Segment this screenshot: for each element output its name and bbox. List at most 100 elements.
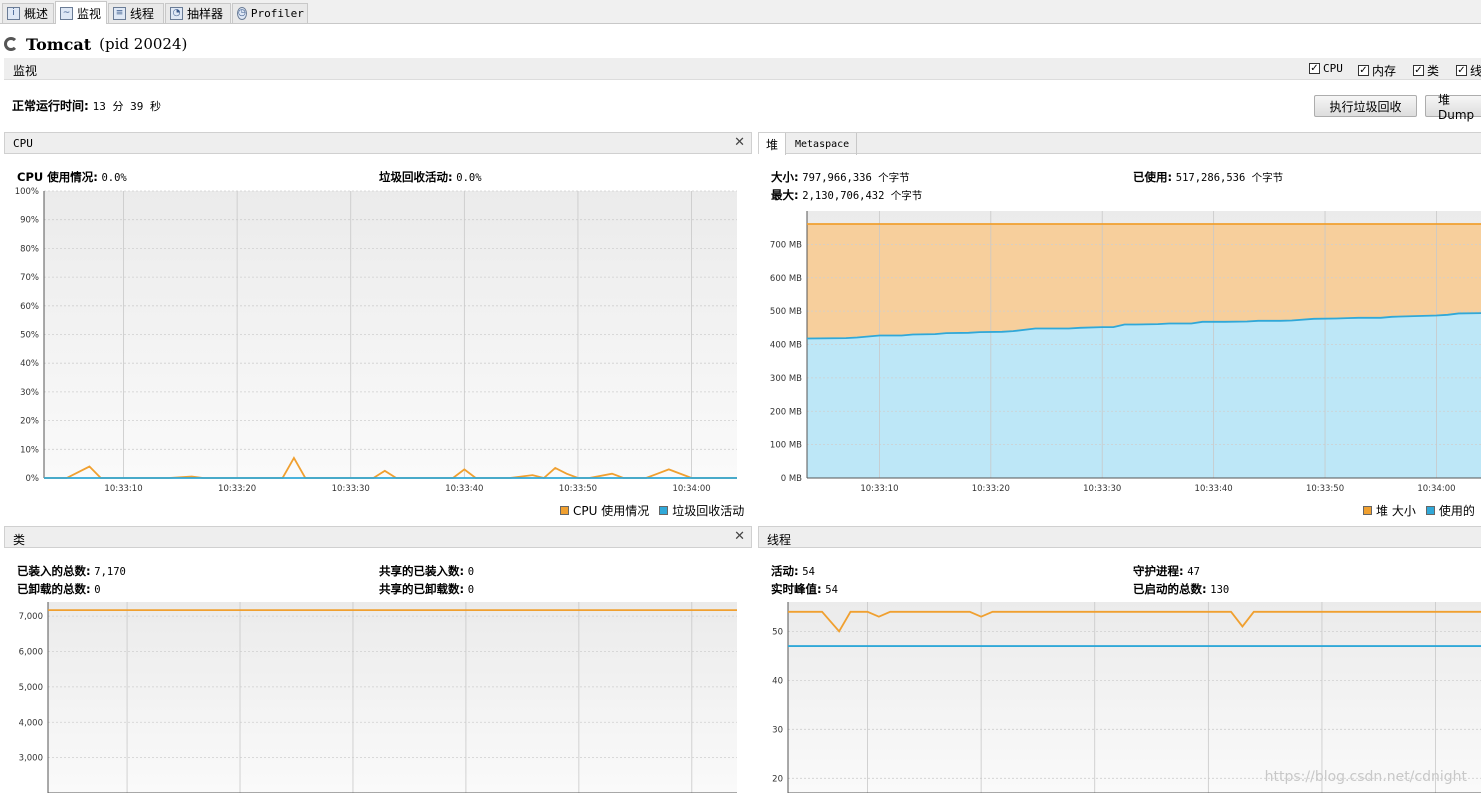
checkbox-memory[interactable]: ✓ 内存 bbox=[1358, 62, 1396, 79]
tab-bar: i 概述 ~ 监视 ≡ 线程 ◔ 抽样器 ◷ Profiler bbox=[0, 0, 1481, 24]
gc-activity-stat: 垃圾回收活动: 0.0% bbox=[379, 170, 482, 184]
checkmark-icon: ✓ bbox=[1413, 65, 1424, 76]
x-tick-label: 10:33:50 bbox=[559, 484, 597, 494]
tab-profiler[interactable]: ◷ Profiler bbox=[232, 3, 308, 23]
monitor-icon: ~ bbox=[60, 6, 73, 20]
x-tick-label: 10:33:20 bbox=[218, 484, 256, 494]
cpu-panel-header: CPU ✕ bbox=[4, 132, 752, 154]
y-tick-label: 40% bbox=[20, 359, 39, 369]
monitor-section-header: 监视 ✓ CPU ✓ 内存 ✓ 类 ✓ 线 bbox=[4, 58, 1481, 80]
threads-panel-header: 线程 bbox=[758, 526, 1481, 548]
y-tick-label: 50% bbox=[20, 331, 39, 341]
x-tick-label: 10:33:10 bbox=[104, 484, 142, 494]
cpu-legend: CPU 使用情况 垃圾回收活动 bbox=[560, 502, 744, 519]
close-icon[interactable]: ✕ bbox=[734, 135, 745, 150]
monitor-label: 监视 bbox=[13, 64, 38, 78]
heap-panel-header: 堆 Metaspace bbox=[758, 132, 1481, 155]
y-tick-label: 40 bbox=[772, 676, 783, 686]
y-tick-label: 100 MB bbox=[770, 441, 802, 451]
y-tick-label: 700 MB bbox=[770, 240, 802, 250]
threads-daemon-stat: 守护进程: 47 bbox=[1133, 564, 1200, 578]
checkbox-threads[interactable]: ✓ 线 bbox=[1456, 62, 1481, 79]
perform-gc-button[interactable]: 执行垃圾回收 bbox=[1314, 95, 1417, 117]
x-tick-label: 10:33:20 bbox=[972, 484, 1010, 494]
y-tick-label: 60% bbox=[20, 302, 39, 312]
y-tick-label: 100% bbox=[15, 187, 39, 197]
classes-panel-header: 类 ✕ bbox=[4, 526, 752, 548]
loading-spinner-icon bbox=[4, 37, 18, 51]
y-tick-label: 3,000 bbox=[19, 754, 43, 764]
y-tick-label: 70% bbox=[20, 273, 39, 283]
y-tick-label: 10% bbox=[20, 445, 39, 455]
cpu-panel-title: CPU bbox=[13, 137, 33, 150]
plot-background bbox=[788, 602, 1481, 793]
threads-panel-title: 线程 bbox=[767, 533, 792, 547]
y-tick-label: 0 MB bbox=[781, 474, 802, 484]
cpu-chart: 0% 10% 20% 30% 40% 50% 60% 70% 80% 90% 100% 10:33:1… bbox=[15, 187, 737, 494]
tab-metaspace[interactable]: Metaspace bbox=[788, 133, 858, 155]
close-icon[interactable]: ✕ bbox=[734, 529, 745, 544]
x-tick-label: 10:33:30 bbox=[1083, 484, 1121, 494]
y-tick-label: 0% bbox=[26, 474, 40, 484]
checkbox-classes[interactable]: ✓ 类 bbox=[1413, 62, 1439, 79]
app-title-row: Tomcat (pid 20024) bbox=[4, 32, 187, 56]
overview-icon: i bbox=[7, 7, 20, 20]
threads-peak-stat: 实时峰值: 54 bbox=[771, 582, 838, 596]
tab-heap[interactable]: 堆 bbox=[759, 133, 787, 155]
heap-legend: 堆 大小 使用的 bbox=[1363, 502, 1475, 519]
heap-used-area bbox=[807, 313, 1481, 478]
y-tick-label: 4,000 bbox=[19, 718, 43, 728]
y-tick-label: 200 MB bbox=[770, 407, 802, 417]
heap-max-stat: 最大: 2,130,706,432 个字节 bbox=[771, 188, 923, 202]
heap-size-stat: 大小: 797,966,336 个字节 bbox=[771, 170, 910, 184]
watermark: https://blog.csdn.net/cdnight bbox=[1264, 769, 1467, 785]
y-tick-label: 20% bbox=[20, 417, 39, 427]
legend-swatch-cpu bbox=[560, 506, 569, 515]
cpu-usage-stat: CPU 使用情况: 0.0% bbox=[17, 170, 127, 184]
y-tick-label: 400 MB bbox=[770, 341, 802, 351]
y-tick-label: 30 bbox=[772, 725, 783, 735]
app-pid: (pid 20024) bbox=[99, 35, 188, 53]
tab-overview[interactable]: i 概述 bbox=[2, 3, 54, 23]
classes-loaded-stat: 已装入的总数: 7,170 bbox=[17, 564, 126, 578]
y-tick-label: 600 MB bbox=[770, 274, 802, 284]
checkmark-icon: ✓ bbox=[1456, 65, 1467, 76]
checkmark-icon: ✓ bbox=[1309, 63, 1320, 74]
legend-swatch-heap-size bbox=[1363, 506, 1372, 515]
x-tick-label: 10:33:40 bbox=[1195, 484, 1233, 494]
shared-loaded-stat: 共享的已装入数: 0 bbox=[379, 564, 475, 578]
checkbox-cpu[interactable]: ✓ CPU bbox=[1309, 62, 1343, 75]
legend-swatch-gc bbox=[659, 506, 669, 515]
classes-unloaded-stat: 已卸载的总数: 0 bbox=[17, 582, 101, 596]
sampler-icon: ◔ bbox=[170, 7, 183, 20]
x-tick-label: 10:33:40 bbox=[445, 484, 483, 494]
heap-chart: 0 MB 100 MB 200 MB 300 MB 400 MB 500 MB 600 MB… bbox=[770, 211, 1481, 494]
tab-monitor[interactable]: ~ 监视 bbox=[55, 1, 107, 24]
threads-chart: 20 30 40 50 bbox=[772, 602, 1481, 793]
y-tick-label: 6,000 bbox=[19, 648, 43, 658]
tab-sampler[interactable]: ◔ 抽样器 bbox=[165, 3, 231, 23]
uptime: 正常运行时间: 13 分 39 秒 bbox=[12, 99, 161, 113]
x-tick-label: 10:34:00 bbox=[1417, 484, 1455, 494]
shared-unloaded-stat: 共享的已卸载数: 0 bbox=[379, 582, 475, 596]
plot-background bbox=[48, 602, 737, 793]
classes-panel-title: 类 bbox=[13, 533, 26, 547]
y-tick-label: 5,000 bbox=[19, 683, 43, 693]
x-tick-label: 10:34:00 bbox=[672, 484, 710, 494]
profiler-icon: ◷ bbox=[237, 7, 247, 20]
heap-dump-button[interactable]: 堆 Dump bbox=[1425, 93, 1481, 122]
y-tick-label: 500 MB bbox=[770, 307, 802, 317]
threads-live-stat: 活动: 54 bbox=[771, 564, 815, 578]
y-tick-label: 7,000 bbox=[19, 612, 43, 622]
classes-chart: 3,000 4,000 5,000 6,000 7,000 bbox=[19, 602, 737, 793]
threads-icon: ≡ bbox=[113, 7, 126, 20]
y-tick-label: 90% bbox=[20, 216, 39, 226]
tab-threads[interactable]: ≡ 线程 bbox=[108, 3, 164, 23]
checkmark-icon: ✓ bbox=[1358, 65, 1369, 76]
y-tick-label: 80% bbox=[20, 244, 39, 254]
x-tick-label: 10:33:50 bbox=[1306, 484, 1344, 494]
threads-started-stat: 已启动的总数: 130 bbox=[1133, 582, 1230, 596]
legend-swatch-heap-used bbox=[1425, 506, 1435, 515]
y-tick-label: 30% bbox=[20, 388, 39, 398]
x-tick-label: 10:33:10 bbox=[860, 484, 898, 494]
